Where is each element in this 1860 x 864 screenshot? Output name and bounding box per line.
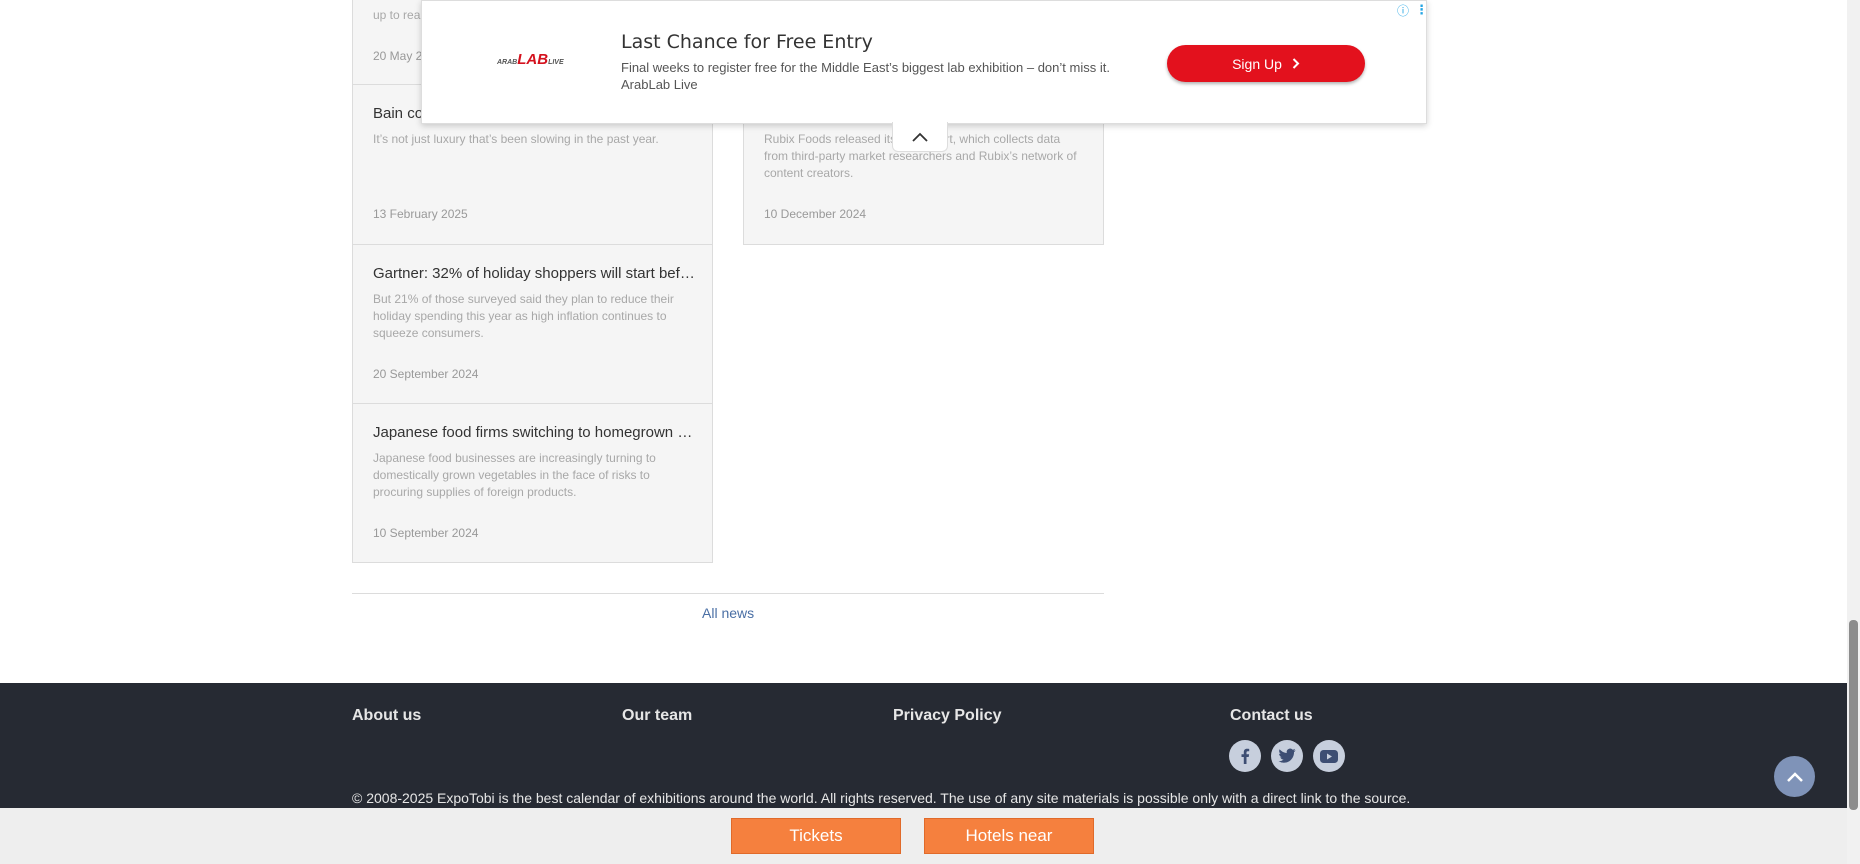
scroll-to-top-button[interactable]: [1774, 756, 1815, 797]
copyright-text: © 2008-2025 ExpoTobi is the best calenda…: [352, 790, 1411, 806]
news-card-date: 20 September 2024: [373, 367, 479, 381]
ad-collapse-button[interactable]: [892, 122, 948, 152]
news-card-title[interactable]: Japanese food firms switching to homegro…: [373, 424, 698, 441]
news-card[interactable]: Gartner: 32% of holiday shoppers will st…: [352, 244, 713, 405]
ad-info-icon[interactable]: ⓘ: [1397, 2, 1409, 19]
twitter-icon[interactable]: [1271, 740, 1303, 772]
arablab-logo: ARABLABLIVE: [497, 51, 564, 68]
ad-description: Final weeks to register free for the Mid…: [621, 59, 1141, 93]
news-card[interactable]: Japanese food firms switching to homegro…: [352, 403, 713, 563]
section-divider: [352, 593, 1104, 594]
news-card-date: 10 December 2024: [764, 207, 867, 221]
all-news-link[interactable]: All news: [702, 605, 754, 621]
news-card-date: 10 September 2024: [373, 526, 479, 540]
ad-menu-icon[interactable]: ⋮: [1415, 2, 1428, 18]
ad-banner[interactable]: ARABLABLIVE Last Chance for Free Entry F…: [421, 0, 1428, 124]
tickets-button[interactable]: Tickets: [731, 818, 901, 854]
hotels-near-button[interactable]: Hotels near: [924, 818, 1094, 854]
scrollbar-thumb[interactable]: [1849, 620, 1858, 810]
news-card-description: It’s not just luxury that’s been slowing…: [373, 132, 659, 146]
youtube-icon[interactable]: [1313, 740, 1345, 772]
news-card-description: up to rea: [373, 8, 421, 22]
news-card-title[interactable]: Gartner: 32% of holiday shoppers will st…: [373, 265, 698, 282]
chevron-right-icon: [1292, 58, 1300, 69]
footer-privacy-link[interactable]: Privacy Policy: [893, 707, 1002, 725]
bottom-action-bar: Tickets Hotels near: [0, 808, 1847, 864]
ad-signup-button[interactable]: Sign Up: [1167, 45, 1365, 82]
news-card-description: Japanese food businesses are increasingl…: [373, 451, 656, 499]
facebook-icon[interactable]: [1229, 740, 1261, 772]
news-card-description: But 21% of those surveyed said they plan…: [373, 292, 674, 340]
chevron-up-icon: [912, 132, 928, 142]
ad-title[interactable]: Last Chance for Free Entry: [621, 31, 873, 53]
ad-advertiser: ArabLab Live: [621, 77, 698, 92]
chevron-up-icon: [1786, 771, 1803, 782]
footer-about-link[interactable]: About us: [352, 707, 421, 725]
footer: About us Our team Privacy Policy Contact…: [0, 683, 1847, 808]
footer-contact-link[interactable]: Contact us: [1230, 707, 1313, 725]
news-card-date: 13 February 2025: [373, 207, 468, 221]
news-card-date: 20 May 2: [373, 49, 423, 63]
page-scrollbar[interactable]: [1847, 0, 1860, 864]
footer-team-link[interactable]: Our team: [622, 707, 692, 725]
